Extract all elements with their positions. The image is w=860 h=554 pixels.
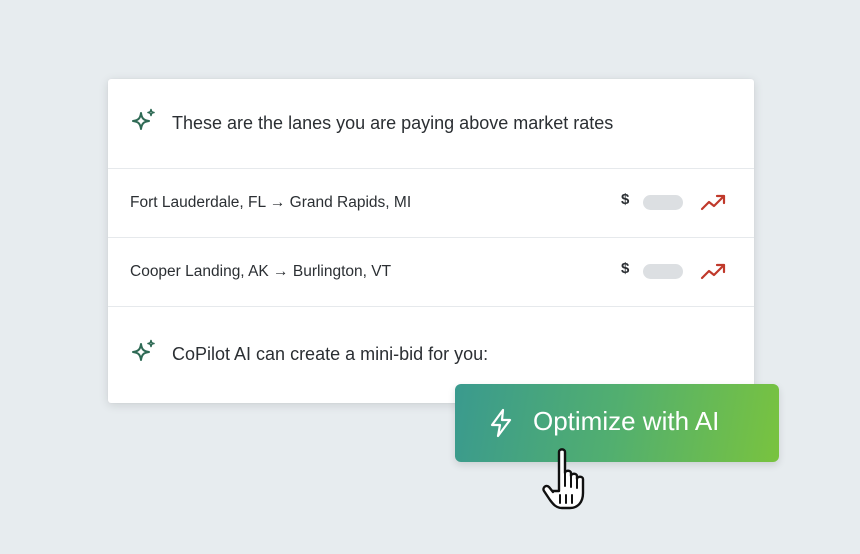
lane-route: Cooper Landing, AK → Burlington, VT: [130, 263, 392, 280]
optimize-button-label: Optimize with AI: [533, 406, 720, 436]
card-header: These are the lanes you are paying above…: [108, 79, 754, 169]
suggestion-message: CoPilot AI can create a mini-bid for you…: [172, 344, 489, 364]
trend-up-icon: [700, 191, 728, 213]
price-placeholder: [643, 264, 683, 279]
lightning-icon: [488, 408, 514, 438]
dollar-icon: $: [621, 260, 630, 277]
hand-pointer-icon: [540, 446, 606, 514]
lane-row[interactable]: Cooper Landing, AK → Burlington, VT $: [108, 238, 754, 307]
lane-route: Fort Lauderdale, FL → Grand Rapids, MI: [130, 194, 412, 211]
dollar-icon: $: [621, 191, 630, 208]
lane-row[interactable]: Fort Lauderdale, FL → Grand Rapids, MI $: [108, 169, 754, 238]
optimize-with-ai-button[interactable]: Optimize with AI: [455, 384, 779, 462]
header-message: These are the lanes you are paying above…: [172, 113, 614, 133]
lanes-card: These are the lanes you are paying above…: [108, 79, 754, 403]
price-placeholder: [643, 195, 683, 210]
sparkle-icon: [130, 107, 158, 135]
sparkle-icon: [130, 338, 158, 366]
trend-up-icon: [700, 260, 728, 282]
